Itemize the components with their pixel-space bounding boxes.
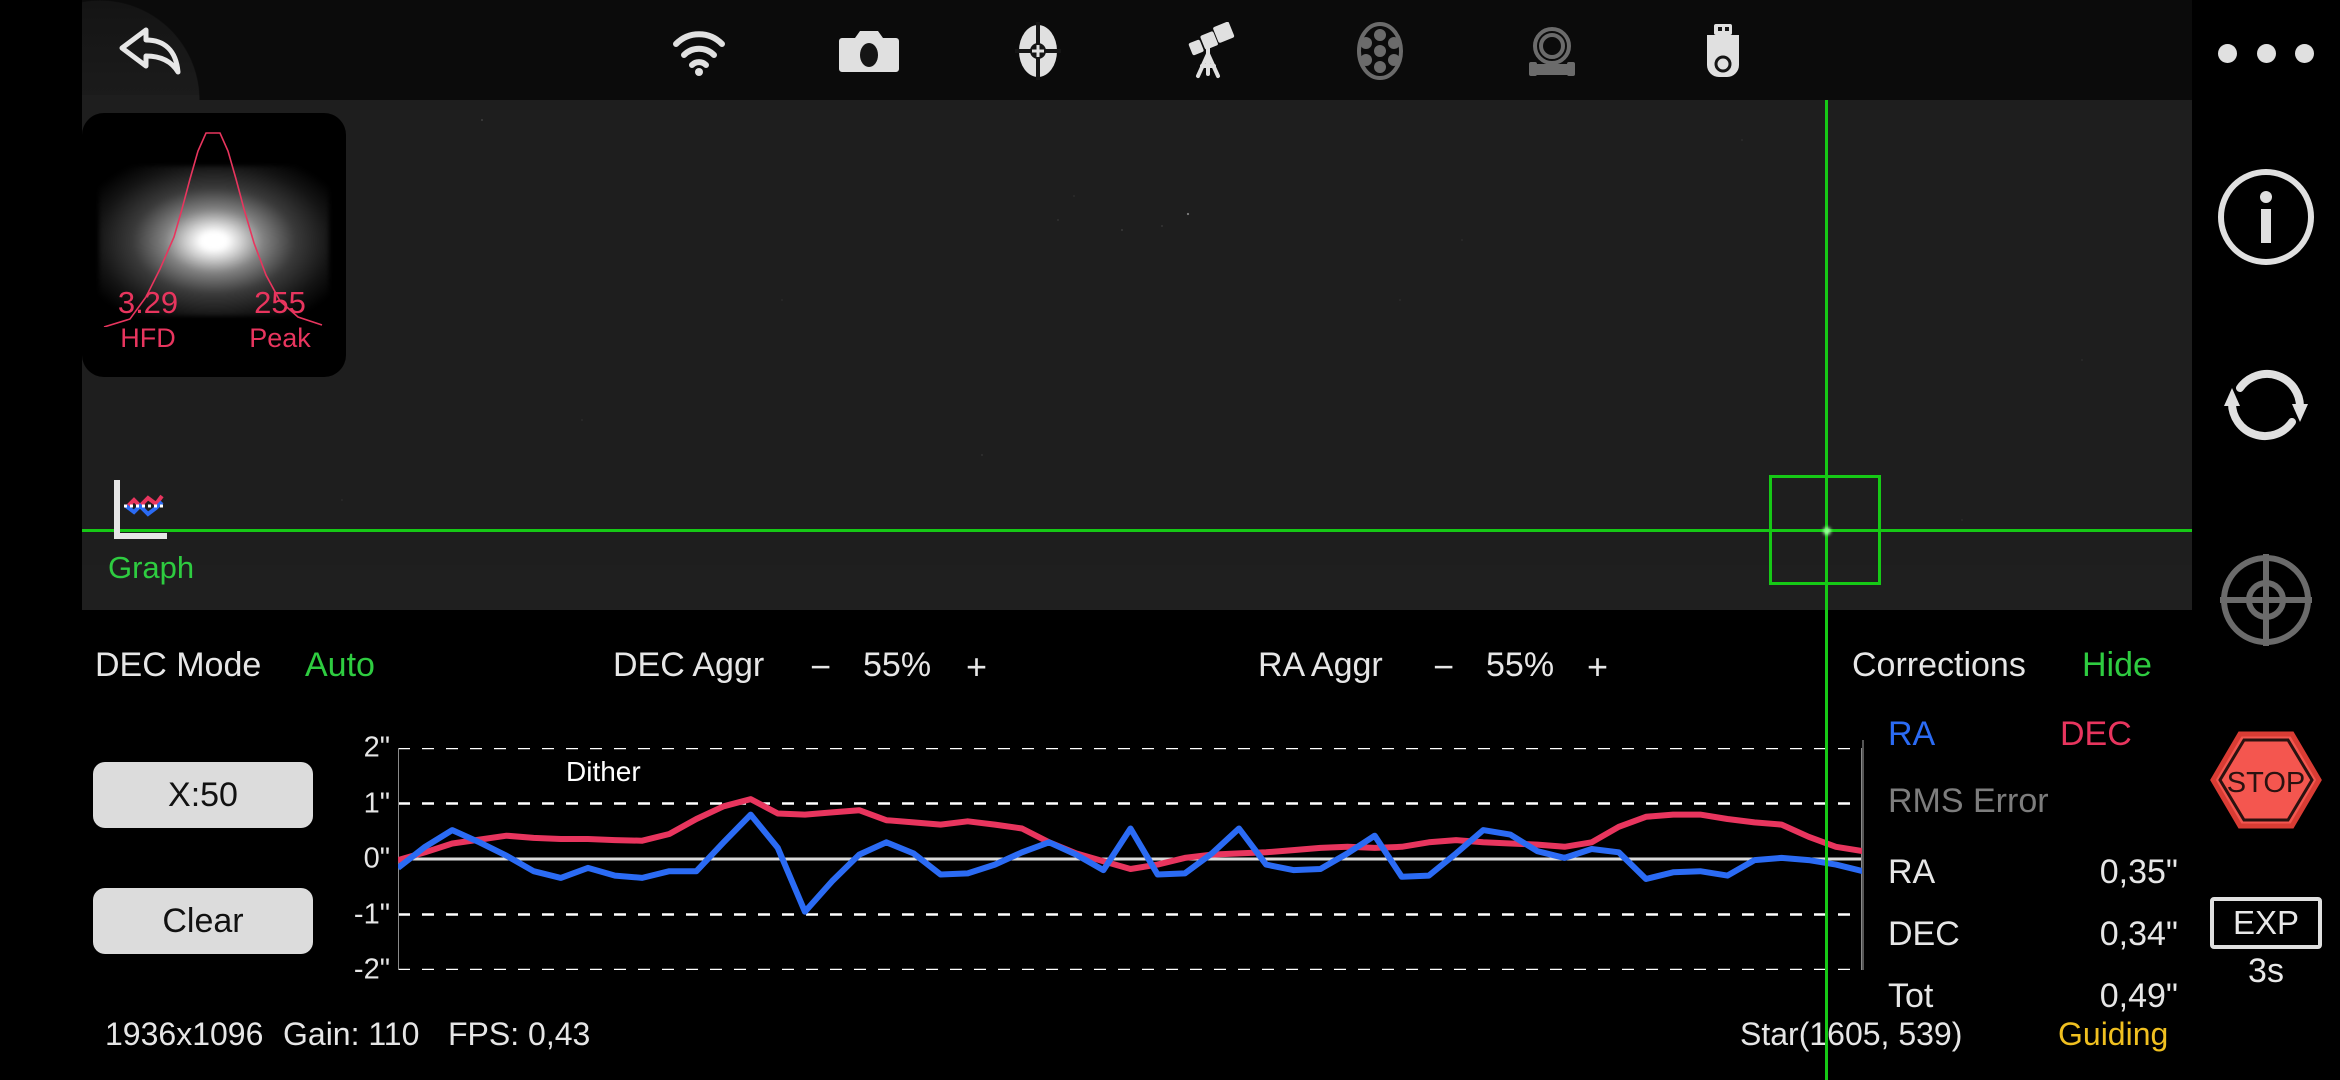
graph-y-tick: -2" <box>353 953 390 986</box>
right-sidebar: STOP EXP 3s <box>2192 0 2340 1080</box>
dot-icon <box>2256 43 2276 63</box>
filter-wheel-icon[interactable] <box>1349 22 1411 80</box>
rms-row-ra-value: 0,35" <box>2099 853 2178 891</box>
graph-toggle-label: Graph <box>108 550 195 585</box>
hfd-value: 3.29 <box>117 285 179 320</box>
stop-icon: STOP <box>2210 731 2322 829</box>
peak-label: Peak <box>249 323 311 353</box>
status-bar: 1936x1096 Gain: 110 FPS: 0,43 Star(1605,… <box>0 984 2192 1080</box>
status-badge: Guiding <box>2058 1016 2169 1052</box>
ra-aggr-increase-button[interactable]: + <box>1587 646 1608 688</box>
graph-y-tick: 1" <box>363 787 390 819</box>
stop-button[interactable]: STOP <box>2209 730 2323 830</box>
graph-icon <box>114 480 167 539</box>
refresh-button[interactable] <box>2214 352 2318 456</box>
guide-star-marker <box>1823 527 1831 535</box>
dot-icon <box>2295 43 2314 63</box>
guiding-app-screen: 3.29 HFD 255 Peak Graph DEC Mode Auto DE… <box>0 0 2340 1080</box>
dither-annotation: Dither <box>566 756 641 787</box>
hfd-label: HFD <box>120 323 176 353</box>
info-icon <box>2218 169 2314 265</box>
dot-icon <box>2218 43 2237 63</box>
dec-aggr-increase-button[interactable]: + <box>966 646 987 688</box>
status-fps: FPS: 0,43 <box>448 1016 591 1052</box>
rms-ra-header: RA <box>1888 715 1936 753</box>
dec-aggr-label: DEC Aggr <box>613 646 765 684</box>
top-toolbar <box>0 0 2340 100</box>
graph-clear-button[interactable]: Clear <box>93 888 313 954</box>
graph-y-tick: 2" <box>363 731 390 764</box>
dec-aggr-decrease-button[interactable]: − <box>810 646 831 688</box>
corrections-label: Corrections <box>1852 646 2026 684</box>
svg-text:STOP: STOP <box>2227 767 2305 799</box>
usb-drive-icon[interactable] <box>1692 22 1754 80</box>
star-metrics-row: 3.29 HFD 255 Peak <box>82 285 346 355</box>
rms-divider <box>1862 740 1864 970</box>
graph-y-tick: -1" <box>353 898 390 930</box>
back-button[interactable] <box>110 20 190 82</box>
peak-metric: 255 Peak <box>214 285 346 355</box>
top-toolbar-background <box>0 0 2340 100</box>
more-options-button[interactable] <box>2218 40 2314 66</box>
exposure-value: 3s <box>2248 952 2284 990</box>
graph-scale-button[interactable]: X:50 <box>93 762 313 828</box>
select-star-button[interactable] <box>2214 548 2318 652</box>
guiding-controls-bar: DEC Mode Auto DEC Aggr − 55% + RA Aggr −… <box>0 610 2192 720</box>
ra-aggr-value: 55% <box>1486 646 1555 684</box>
wifi-icon[interactable] <box>668 22 730 80</box>
graph-y-tick: 0" <box>363 842 390 875</box>
rms-row-dec-key: DEC <box>1888 915 1960 953</box>
target-icon <box>2220 554 2312 646</box>
telescope-icon[interactable] <box>1177 22 1239 80</box>
ra-aggr-label: RA Aggr <box>1258 646 1383 684</box>
exposure-button[interactable]: EXP <box>2210 897 2322 949</box>
dec-mode-value[interactable]: Auto <box>305 646 375 685</box>
top-toolbar-left-edge <box>0 0 82 100</box>
star-profile-card[interactable]: 3.29 HFD 255 Peak <box>82 113 346 377</box>
refresh-icon <box>2224 369 2308 441</box>
status-resolution: 1936x1096 <box>105 1016 264 1052</box>
hfd-metric: 3.29 HFD <box>82 285 214 355</box>
corrections-hide-button[interactable]: Hide <box>2082 646 2152 685</box>
ra-aggr-decrease-button[interactable]: − <box>1433 646 1454 688</box>
dec-aggr-value: 55% <box>863 646 932 684</box>
status-gain: Gain: 110 <box>283 1016 420 1052</box>
focuser-icon[interactable] <box>1521 22 1583 80</box>
status-star-position: Star(1605, 539) <box>1740 1016 1963 1052</box>
status-bar-corner <box>0 984 96 1080</box>
camera-icon[interactable] <box>838 22 900 80</box>
info-button[interactable] <box>2214 165 2318 269</box>
peak-value: 255 <box>254 285 306 320</box>
graph-series-ra <box>398 815 1863 912</box>
rms-row-dec-value: 0,34" <box>2099 915 2178 953</box>
rms-row-ra-key: RA <box>1888 853 1936 891</box>
graph-y-axis: 2" 1" 0" -1" -2" <box>338 732 390 986</box>
dec-mode-label: DEC Mode <box>95 646 262 684</box>
rms-dec-header: DEC <box>2060 715 2132 753</box>
rms-title: RMS Error <box>1888 782 2049 820</box>
graph-toggle-button[interactable]: Graph <box>108 478 238 586</box>
guide-scope-icon[interactable] <box>1007 22 1069 80</box>
